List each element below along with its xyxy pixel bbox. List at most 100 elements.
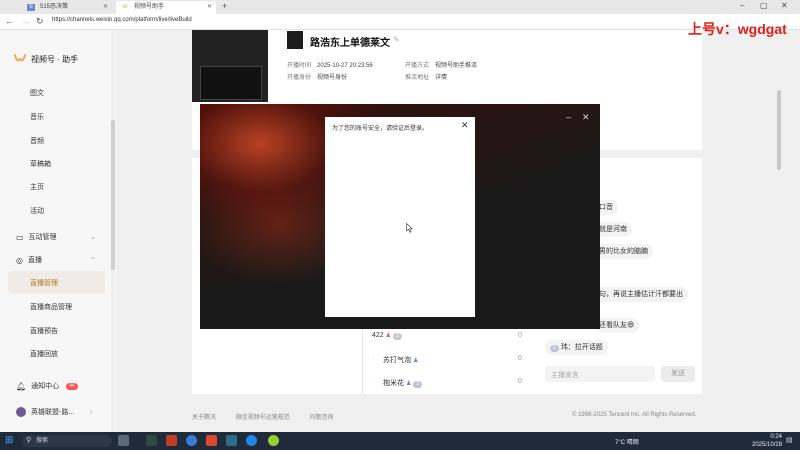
sidebar-item-home[interactable]: 主页 <box>30 182 44 192</box>
app-icon[interactable] <box>206 435 217 446</box>
edge-icon[interactable] <box>246 435 257 446</box>
sidebar-group-label: 直播 <box>27 257 42 264</box>
back-icon[interactable]: ← <box>5 16 14 26</box>
viewer-row[interactable]: 苏打气泡 ♟ 0 <box>383 355 532 365</box>
scrollbar-thumb[interactable] <box>111 120 115 270</box>
sidebar-scrollbar[interactable] <box>111 30 115 432</box>
sidebar: 视频号 · 助手 图文 音乐 音频 草稿箱 主页 活动 ▭ 互动管理 ⌄ ◎ 直… <box>0 30 116 432</box>
tab-close-icon[interactable]: ✕ <box>207 1 212 14</box>
login-message: 为了您的账号安全，请验证后登录。 <box>332 126 429 132</box>
sidebar-item-posts[interactable]: 图文 <box>30 88 44 98</box>
viewer-name: 抱米花 <box>383 380 404 387</box>
sidebar-item-live-replay[interactable]: 直播回放 <box>30 349 58 359</box>
browser-tab-bar: 5 515恐决策 ✕ ʍ 视频号助手 ✕ + – ▢ ✕ <box>0 0 800 14</box>
viewer-name: 苏打气泡 <box>383 357 411 364</box>
scrollbar-thumb[interactable] <box>777 90 781 170</box>
stream-title: 路浩东上单德莱文 <box>310 38 390 49</box>
sidebar-item-live-management[interactable]: 直播管理 <box>30 278 58 288</box>
minimize-icon[interactable]: – <box>566 112 571 122</box>
footer-link-rules[interactable]: 微信视频号运营规范 <box>236 415 290 421</box>
sidebar-item-notifications[interactable]: 🔔︎ 通知中心 44 <box>16 381 78 391</box>
chat-message: 1 玮：拉开话题 <box>545 340 608 355</box>
brand[interactable]: 视频号 · 助手 <box>14 52 78 66</box>
viewer-row[interactable]: 422 ♟ 2 0 <box>372 332 532 340</box>
browser-app-icon[interactable] <box>186 435 197 446</box>
weather[interactable]: 7°C 晴朗 <box>615 437 639 446</box>
viewer-row[interactable]: 抱米花 ♟ 3 0 <box>383 378 532 388</box>
account-switcher[interactable]: 英雄联盟-路... › <box>16 407 116 417</box>
new-tab-icon[interactable]: + <box>222 1 227 11</box>
meta-value: 视频号助手推流 <box>435 63 478 69</box>
app-icon[interactable] <box>146 435 157 446</box>
taskbar-search[interactable]: ⚲ 搜索 <box>22 435 112 447</box>
list-bullet-icon: · <box>372 356 374 362</box>
divider <box>362 320 363 394</box>
tab-label: 515恐决策 <box>40 4 69 10</box>
chat-icon: ▭ <box>16 232 24 242</box>
chat-user: 玮 <box>560 344 568 351</box>
footer-links: 关于腾讯 微信视频号运营规范 问题咨询 <box>192 412 351 421</box>
watermark: 上号v：wgdgat <box>688 21 787 37</box>
chat-message: 句，再说主播估计汗都要出 <box>594 287 688 302</box>
meta-label: 开播方式 <box>405 63 430 69</box>
chevron-right-icon: › <box>90 408 93 416</box>
push-detail-link[interactable]: 详情 <box>435 75 447 81</box>
windows-start-icon[interactable]: ⊞ <box>5 435 13 446</box>
sidebar-item-live-preview[interactable]: 直播预告 <box>30 326 58 336</box>
browser-tab[interactable]: 5 515恐决策 ✕ <box>22 1 112 14</box>
start-time: 开播时间 2025-10-27 20:23:56 <box>287 60 373 69</box>
meta-value: 2025-10-27 20:23:56 <box>317 63 373 69</box>
browser-tab-active[interactable]: ʍ 视频号助手 ✕ <box>116 1 216 14</box>
maximize-icon[interactable]: ▢ <box>760 1 768 10</box>
live-icon: ◎ <box>16 255 23 265</box>
meta-label: 推流地址 <box>405 75 430 81</box>
notification-center-icon[interactable]: ▤ <box>786 436 793 444</box>
viewer-count: 0 <box>518 355 522 362</box>
close-icon[interactable]: ✕ <box>582 112 590 123</box>
sidebar-group-interaction[interactable]: ▭ 互动管理 ⌄ <box>16 232 116 242</box>
forward-icon[interactable]: → <box>21 16 30 26</box>
notification-label: 通知中心 <box>31 383 60 390</box>
tab-label: 视频号助手 <box>134 4 165 10</box>
game-app-icon[interactable] <box>118 435 129 446</box>
level-badge: 1 <box>550 345 559 352</box>
app-icon[interactable] <box>166 435 177 446</box>
meta-label: 开播身份 <box>287 75 312 81</box>
sidebar-item-music[interactable]: 音乐 <box>30 112 44 122</box>
close-window-icon[interactable]: ✕ <box>781 1 788 10</box>
gender-icon: ♟ <box>405 381 412 387</box>
minimize-icon[interactable]: – <box>740 1 744 10</box>
tab-favicon-icon: ʍ <box>122 4 128 10</box>
footer-link-help[interactable]: 问题咨询 <box>309 415 333 421</box>
sidebar-item-live-products[interactable]: 直播商品管理 <box>30 302 72 312</box>
dialog-close-icon[interactable]: ✕ <box>461 120 469 131</box>
tab-close-icon[interactable]: ✕ <box>103 1 108 14</box>
chat-input[interactable]: 主播发言 <box>545 366 655 382</box>
viewer-name: 422 <box>372 332 384 339</box>
send-button[interactable]: 发送 <box>661 366 695 382</box>
push-address: 推流地址 详情 <box>405 72 447 81</box>
chat-message: 男的比女的脑腩 <box>594 244 653 259</box>
search-placeholder: 搜索 <box>36 438 49 444</box>
footer-link-about[interactable]: 关于腾讯 <box>192 415 216 421</box>
edit-icon[interactable]: ✎ <box>393 35 400 44</box>
scrollbar[interactable] <box>776 30 782 432</box>
account-name: 英雄联盟-路... <box>31 409 75 416</box>
meta-label: 开播时间 <box>287 63 312 69</box>
chevron-down-icon: ⌄ <box>90 234 96 241</box>
level-badge: 2 <box>392 333 402 340</box>
sidebar-item-activity[interactable]: 活动 <box>30 206 44 216</box>
app-icon[interactable] <box>226 435 237 446</box>
sidebar-item-audio[interactable]: 音频 <box>30 136 44 146</box>
sidebar-item-drafts[interactable]: 草稿箱 <box>30 159 51 169</box>
chevron-up-icon: ⌃ <box>90 257 96 264</box>
sidebar-group-live[interactable]: ◎ 直播 ⌃ <box>16 255 116 265</box>
identity: 开播身份 视频号身份 <box>287 72 347 81</box>
url-field[interactable]: https://channels.weixin.qq.com/platform/… <box>52 17 192 23</box>
reload-icon[interactable]: ↻ <box>36 16 44 27</box>
viewer-count: 0 <box>518 378 522 385</box>
gender-icon: ♟ <box>385 333 392 339</box>
app-icon[interactable] <box>268 435 279 446</box>
viewer-count: 0 <box>518 332 522 339</box>
clock[interactable]: 0:24 2025/10/28 <box>752 433 782 449</box>
